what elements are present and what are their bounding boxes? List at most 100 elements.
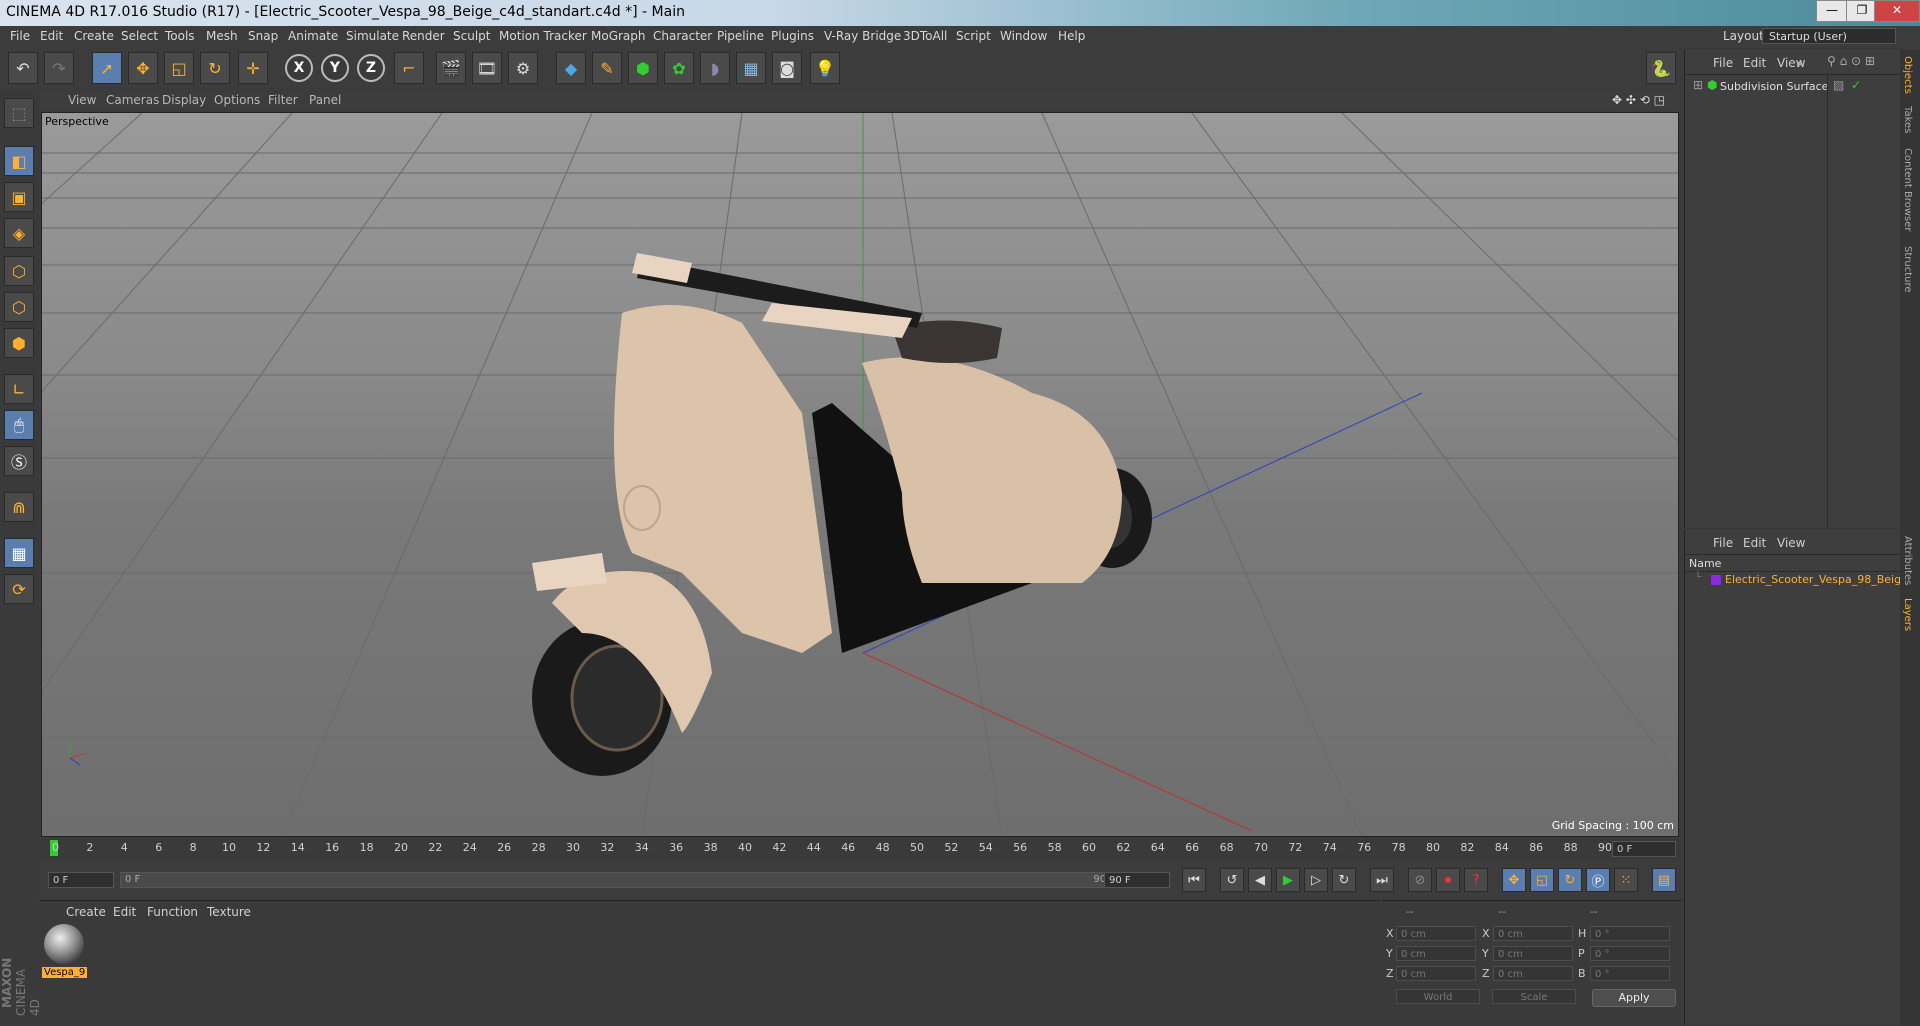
rotation-p-field[interactable]: 0 ° xyxy=(1590,946,1670,961)
keyframe-selection-icon[interactable]: ? xyxy=(1464,868,1488,892)
visibility-icon[interactable]: ▨ xyxy=(1833,78,1844,92)
position-z-field[interactable]: 0 cm xyxy=(1396,966,1476,981)
mograph-cloner-icon[interactable]: ✿ xyxy=(664,52,694,84)
snap-icon[interactable]: ⋒ xyxy=(4,492,34,522)
menu-motion-tracker[interactable]: Motion Tracker xyxy=(499,29,587,43)
edges-mode-icon[interactable]: ⬡ xyxy=(4,292,34,322)
quantize-icon[interactable]: ⟳ xyxy=(4,574,34,604)
menu-help[interactable]: Help xyxy=(1058,29,1085,43)
layers-menu-view[interactable]: View xyxy=(1777,536,1805,550)
layers-menu-file[interactable]: File xyxy=(1713,536,1733,550)
material-menu-texture[interactable]: Texture xyxy=(207,905,251,919)
size-z-field[interactable]: 0 cm xyxy=(1493,966,1573,981)
position-y-field[interactable]: 0 cm xyxy=(1396,946,1476,961)
menu-render[interactable]: Render xyxy=(402,29,445,43)
pointer-icon[interactable]: ➚ xyxy=(92,52,122,84)
menu-pipeline[interactable]: Pipeline xyxy=(717,29,764,43)
tab-takes[interactable]: Takes xyxy=(1902,106,1913,133)
rotation-b-field[interactable]: 0 ° xyxy=(1590,966,1670,981)
texture-mode-icon[interactable]: ▣ xyxy=(4,182,34,212)
render-settings-icon[interactable]: ⚙ xyxy=(508,52,538,84)
scale-icon[interactable]: ◱ xyxy=(164,52,194,84)
key-rotation-icon[interactable]: ↻ xyxy=(1558,868,1582,892)
menu-simulate[interactable]: Simulate xyxy=(346,29,399,43)
menu-plugins[interactable]: Plugins xyxy=(771,29,814,43)
material-menu-function[interactable]: Function xyxy=(147,905,198,919)
menu-file[interactable]: File xyxy=(10,29,30,43)
viewport-menu-panel[interactable]: Panel xyxy=(309,93,341,107)
viewport-menu-view[interactable]: View xyxy=(68,93,96,107)
previous-key-icon[interactable]: ↺ xyxy=(1220,868,1244,892)
material-thumbnail[interactable] xyxy=(44,924,84,964)
light-icon[interactable]: 💡 xyxy=(810,52,840,84)
redo-icon[interactable]: ↷ xyxy=(44,52,74,84)
menu-mesh[interactable]: Mesh xyxy=(206,29,238,43)
layers-menu-edit[interactable]: Edit xyxy=(1743,536,1766,550)
objects-menu-edit[interactable]: Edit xyxy=(1743,56,1766,70)
rotation-h-field[interactable]: 0 ° xyxy=(1590,926,1670,941)
viewport-menu-display[interactable]: Display xyxy=(162,93,206,107)
rotate-icon[interactable]: ↻ xyxy=(200,52,230,84)
menu-tools[interactable]: Tools xyxy=(165,29,195,43)
key-pla-icon[interactable]: ⁙ xyxy=(1614,868,1638,892)
solo-icon[interactable]: Ⓢ xyxy=(4,446,34,476)
pen-icon[interactable]: ✎ xyxy=(592,52,622,84)
current-frame-field[interactable]: 0 F xyxy=(1612,841,1676,857)
x-axis-button[interactable]: X xyxy=(285,54,313,82)
autokeying-icon[interactable]: ⏺ xyxy=(1436,868,1460,892)
material-menu-edit[interactable]: Edit xyxy=(113,905,136,919)
next-key-icon[interactable]: ↻ xyxy=(1332,868,1356,892)
tab-objects[interactable]: Objects xyxy=(1902,56,1913,94)
size-y-field[interactable]: 0 cm xyxy=(1493,946,1573,961)
tab-structure[interactable]: Structure xyxy=(1902,246,1913,293)
timeline-ruler[interactable]: 0 2 4 6 8 10 12 14 16 18 20 22 24 26 28 30 32 34 36 38 40 42 4… xyxy=(40,838,1680,860)
objects-panel-arrow-icon[interactable]: ▸ xyxy=(1797,56,1803,70)
position-x-field[interactable]: 0 cm xyxy=(1396,926,1476,941)
workplane-icon[interactable]: ◈ xyxy=(4,218,34,248)
start-frame-field[interactable]: 0 F xyxy=(48,872,114,888)
viewport-menu-cameras[interactable]: Cameras xyxy=(106,93,159,107)
floor-icon[interactable]: ▦ xyxy=(736,52,766,84)
material-name[interactable]: Vespa_9 xyxy=(42,967,88,978)
layer-electric-scooter[interactable]: Electric_Scooter_Vespa_98_Beige xyxy=(1725,573,1908,586)
deformer-icon[interactable]: ◗ xyxy=(700,52,730,84)
menu-character[interactable]: Character xyxy=(653,29,712,43)
menu-edit[interactable]: Edit xyxy=(40,29,63,43)
coordinate-space-select[interactable]: World xyxy=(1396,989,1480,1004)
menu-animate[interactable]: Animate xyxy=(288,29,338,43)
material-menu-create[interactable]: Create xyxy=(66,905,106,919)
render-picture-viewer-icon[interactable]: 🎞 xyxy=(472,52,502,84)
frame-range-slider[interactable]: 0 F 90 F xyxy=(120,872,1130,888)
move-icon[interactable]: ✥ xyxy=(128,52,158,84)
polygons-mode-icon[interactable]: ⬢ xyxy=(4,328,34,358)
enabled-check-icon[interactable]: ✓ xyxy=(1851,78,1861,92)
camera-icon[interactable]: ◙ xyxy=(772,52,802,84)
menu-3dtoall[interactable]: 3DToAll xyxy=(903,29,947,43)
undo-icon[interactable]: ↶ xyxy=(8,52,38,84)
key-parameter-icon[interactable]: Ⓟ xyxy=(1586,868,1610,892)
expand-icon[interactable]: ⊞ xyxy=(1693,78,1703,92)
model-mode-icon[interactable]: ◧ xyxy=(4,146,34,176)
menu-create[interactable]: Create xyxy=(74,29,114,43)
layer-color-swatch[interactable] xyxy=(1711,575,1721,585)
cube-icon[interactable]: ◆ xyxy=(556,52,586,84)
key-position-icon[interactable]: ✥ xyxy=(1502,868,1526,892)
next-frame-icon[interactable]: ▷ xyxy=(1304,868,1328,892)
go-to-start-icon[interactable]: ⏮ xyxy=(1182,868,1206,892)
workplane-lock-icon[interactable]: ▦ xyxy=(4,538,34,568)
timeline-window-icon[interactable]: ▤ xyxy=(1652,868,1676,892)
tab-layers[interactable]: Layers xyxy=(1902,598,1913,631)
close-button[interactable]: ✕ xyxy=(1874,0,1920,22)
menu-snap[interactable]: Snap xyxy=(248,29,278,43)
menu-vray-bridge[interactable]: V-Ray Bridge xyxy=(824,29,901,43)
subdivision-surface-icon[interactable]: ⬢ xyxy=(628,52,658,84)
menu-script[interactable]: Script xyxy=(956,29,991,43)
menu-mograph[interactable]: MoGraph xyxy=(591,29,646,43)
tab-attributes[interactable]: Attributes xyxy=(1902,536,1913,585)
live-select-icon[interactable]: ✛ xyxy=(238,52,268,84)
viewport-menu-filter[interactable]: Filter xyxy=(268,93,298,107)
viewport-menu-options[interactable]: Options xyxy=(214,93,260,107)
objects-panel-tool-icons[interactable]: ⚲ ⌂ ⊙ ⊞ xyxy=(1827,54,1875,68)
y-axis-button[interactable]: Y xyxy=(321,54,349,82)
scooter-model[interactable] xyxy=(532,253,1152,776)
